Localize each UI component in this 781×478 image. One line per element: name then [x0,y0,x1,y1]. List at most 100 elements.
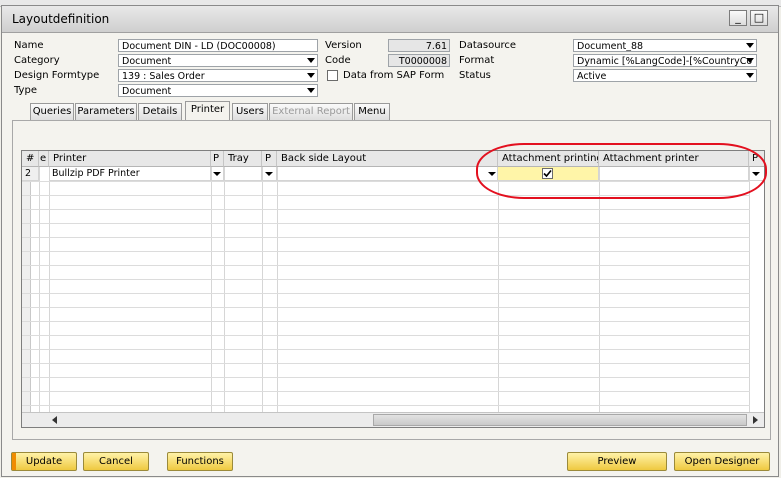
chevron-down-icon [307,88,315,93]
button-accent [12,453,16,470]
tab-parameters[interactable]: Parameters [75,103,137,120]
col-header-p1[interactable]: P [211,151,224,167]
col-header-e[interactable]: e [39,151,49,167]
code-field: T0000008 [388,54,450,67]
name-value: Document DIN - LD (DOC00008) [122,41,276,52]
open-designer-button[interactable]: Open Designer [674,452,770,471]
window-title: Layoutdefinition [12,12,110,26]
row-number-cell[interactable]: 2 [22,167,39,181]
grid-row-line [22,237,750,238]
grid-row-line [22,279,750,280]
chevron-down-icon [307,73,315,78]
cancel-button[interactable]: Cancel [83,452,149,471]
col-header-number[interactable]: # [22,151,39,167]
col-divider [277,167,278,412]
cancel-button-label: Cancel [99,456,133,467]
col-header-back-side-layout[interactable]: Back side Layout [277,151,498,167]
version-field: 7.61 [388,39,450,52]
format-value: Dynamic [%LangCode]-[%CountryCo [577,56,753,67]
datasource-select[interactable]: Document_88 [573,39,757,52]
grid-row-line [22,223,750,224]
type-value: Document [122,86,172,97]
tab-users[interactable]: Users [232,103,268,120]
title-bar[interactable]: Layoutdefinition _ □ [2,6,778,33]
functions-button-label: Functions [176,456,224,467]
scroll-left-arrow-icon[interactable] [52,416,57,424]
grid-row-line [22,307,750,308]
tray-dropdown-cell[interactable] [262,167,277,181]
scroll-right-arrow-icon[interactable] [753,416,758,424]
status-select[interactable]: Active [573,69,757,82]
open-designer-button-label: Open Designer [684,456,760,467]
name-label: Name [14,40,44,51]
horizontal-scrollbar[interactable] [22,412,764,427]
col-header-tray[interactable]: Tray [224,151,262,167]
highlight-annotation [476,143,767,199]
status-label: Status [459,70,491,81]
grid-row-line [22,293,750,294]
row-header-strip [22,167,31,412]
col-header-p2[interactable]: P [262,151,277,167]
data-from-sap-form-checkbox[interactable] [327,70,338,81]
category-value: Document [122,56,172,67]
design-formtype-value: 139 : Sales Order [122,71,205,82]
grid-row-line [22,335,750,336]
col-divider [39,167,40,412]
tab-external-report: External Report [269,103,353,120]
layoutdefinition-window: Layoutdefinition _ □ Name Document DIN -… [1,5,779,477]
version-value: 7.61 [425,41,447,52]
data-from-sap-form-label: Data from SAP Form [343,70,445,81]
col-divider [498,167,499,412]
name-field[interactable]: Document DIN - LD (DOC00008) [118,39,318,52]
type-label: Type [14,85,37,96]
chevron-down-icon [746,73,754,78]
chevron-down-icon [213,172,221,176]
format-select[interactable]: Dynamic [%LangCode]-[%CountryCo [573,54,757,67]
code-value: T0000008 [398,56,447,67]
datasource-label: Datasource [459,40,517,51]
update-button-label: Update [25,456,63,467]
back-side-layout-cell[interactable] [277,167,498,181]
col-divider [211,167,212,412]
tab-printer[interactable]: Printer [185,101,230,121]
grid-row-line [22,251,750,252]
type-select[interactable]: Document [118,84,318,97]
tab-details[interactable]: Details [138,103,182,120]
printer-dropdown-cell[interactable] [211,167,224,181]
grid-row-line [22,405,750,406]
chevron-down-icon [265,172,273,176]
code-label: Code [325,55,351,66]
status-value: Active [577,71,607,82]
version-label: Version [325,40,362,51]
tab-queries[interactable]: Queries [30,103,74,120]
col-divider [599,167,600,412]
chevron-down-icon [307,58,315,63]
format-label: Format [459,55,495,66]
chevron-down-icon [746,43,754,48]
tray-cell[interactable] [224,167,262,181]
design-formtype-select[interactable]: 139 : Sales Order [118,69,318,82]
col-header-printer[interactable]: Printer [49,151,211,167]
tab-menu[interactable]: Menu [354,103,390,120]
preview-button-label: Preview [597,456,637,467]
datasource-value: Document_88 [577,41,644,52]
chevron-down-icon [746,58,754,63]
col-divider [262,167,263,412]
functions-button[interactable]: Functions [167,452,233,471]
grid-row-line [22,363,750,364]
minimize-button[interactable]: _ [729,10,747,26]
category-select[interactable]: Document [118,54,318,67]
update-button[interactable]: Update [11,452,77,471]
col-divider [49,167,50,412]
maximize-button[interactable]: □ [750,10,768,26]
grid-row-line [22,265,750,266]
preview-button[interactable]: Preview [567,452,667,471]
grid-row-line [22,391,750,392]
grid-row-line [22,377,750,378]
category-label: Category [14,55,60,66]
grid-row-line [22,209,750,210]
design-formtype-label: Design Formtype [14,70,100,81]
printer-cell[interactable]: Bullzip PDF Printer [49,167,211,181]
col-divider [749,167,750,412]
scrollbar-thumb[interactable] [373,414,747,426]
